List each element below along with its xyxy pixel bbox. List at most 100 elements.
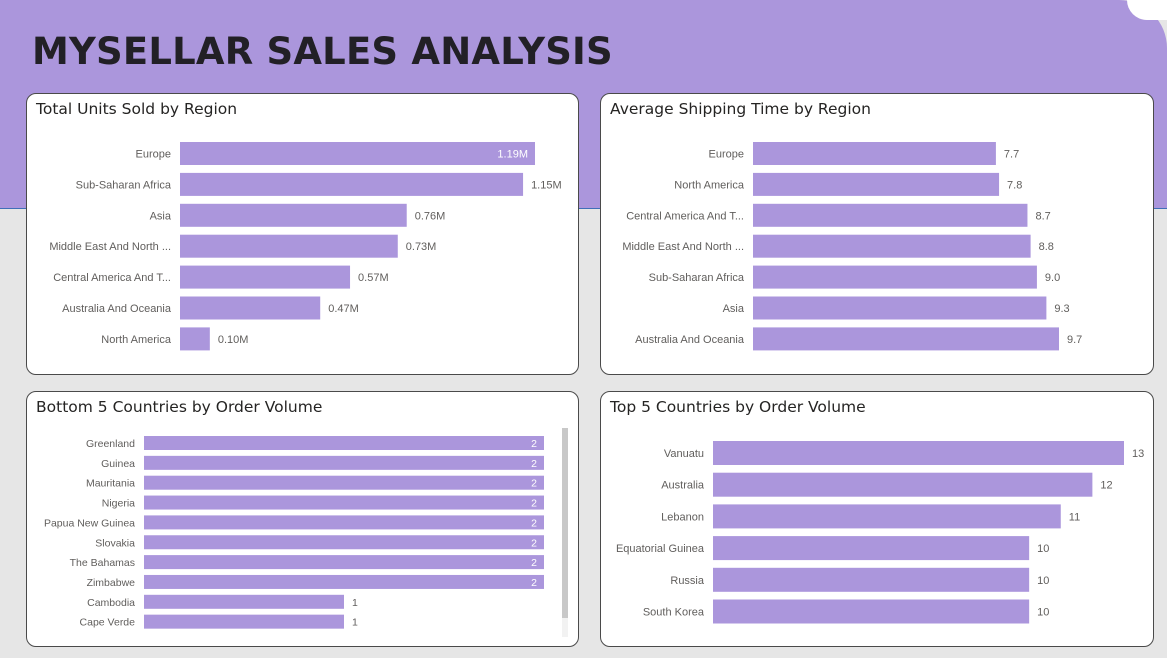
category-label: Papua New Guinea bbox=[44, 517, 135, 529]
data-label: 13 bbox=[1132, 448, 1144, 460]
data-label: 0.10M bbox=[218, 334, 249, 346]
category-label: Middle East And North ... bbox=[49, 241, 171, 253]
data-label: 7.8 bbox=[1007, 179, 1022, 191]
bar[interactable] bbox=[753, 172, 1000, 196]
bar[interactable] bbox=[753, 234, 1031, 258]
data-label: 2 bbox=[531, 537, 537, 549]
data-label: 11 bbox=[1069, 511, 1080, 523]
category-label: South Korea bbox=[643, 607, 705, 619]
bar[interactable] bbox=[144, 475, 544, 490]
bar[interactable] bbox=[180, 172, 524, 196]
category-label: Sub-Saharan Africa bbox=[649, 272, 745, 284]
category-label: Australia bbox=[661, 480, 705, 492]
category-label: Greenland bbox=[86, 438, 135, 450]
bar[interactable] bbox=[180, 327, 210, 351]
category-label: Asia bbox=[723, 303, 745, 315]
bar[interactable] bbox=[144, 535, 544, 550]
bar[interactable] bbox=[753, 265, 1037, 289]
bar[interactable] bbox=[713, 504, 1061, 529]
bar[interactable] bbox=[180, 234, 398, 258]
data-label: 8.8 bbox=[1039, 241, 1054, 253]
data-label: 10 bbox=[1037, 575, 1049, 587]
category-label: Russia bbox=[670, 575, 705, 587]
bar[interactable] bbox=[144, 555, 544, 570]
category-label: Lebanon bbox=[661, 511, 704, 523]
data-label: 10 bbox=[1037, 543, 1049, 555]
category-label: Central America And T... bbox=[53, 272, 171, 284]
category-label: Equatorial Guinea bbox=[616, 543, 705, 555]
bottom-countries-chart: Greenland 2 Guinea 2 Mauritania 2 Nigeria 2 Papu… bbox=[44, 436, 544, 629]
category-label: Central America And T... bbox=[626, 210, 744, 222]
scrollbar-thumb[interactable] bbox=[562, 428, 568, 618]
category-label: Vanuatu bbox=[664, 448, 704, 460]
page-title: MYSELLAR SALES ANALYSIS bbox=[32, 30, 613, 73]
units-by-region-chart: Europe 1.19M Sub-Saharan Africa 1.15M Asia 0.… bbox=[49, 142, 562, 351]
category-label: Europe bbox=[709, 149, 744, 161]
category-label: Zimbabwe bbox=[87, 577, 136, 589]
data-label: 2 bbox=[531, 577, 537, 589]
bar[interactable] bbox=[144, 614, 344, 629]
top-countries-chart: Vanuatu 13 Australia 12 Lebanon 11 Equatorial … bbox=[616, 441, 1144, 624]
shipping-time-chart: Europe 7.7 North America 7.8 Central America… bbox=[622, 142, 1082, 351]
data-label: 9.3 bbox=[1054, 303, 1069, 315]
data-label: 1.19M bbox=[497, 149, 528, 161]
units-by-region-card[interactable]: Total Units Sold by Region Europe 1.19M Su… bbox=[26, 93, 579, 375]
category-label: Europe bbox=[136, 149, 171, 161]
bar[interactable] bbox=[753, 203, 1028, 227]
top-countries-card[interactable]: Top 5 Countries by Order Volume Vanuatu 1… bbox=[600, 391, 1154, 647]
category-label: Mauritania bbox=[86, 478, 135, 490]
bar[interactable] bbox=[753, 327, 1059, 351]
data-label: 2 bbox=[531, 517, 537, 529]
data-label: 9.0 bbox=[1045, 272, 1060, 284]
data-label: 1 bbox=[352, 617, 358, 629]
data-label: 2 bbox=[531, 557, 537, 569]
shipping-time-card[interactable]: Average Shipping Time by Region Europe 7.… bbox=[600, 93, 1154, 375]
data-label: 2 bbox=[531, 458, 537, 470]
data-label: 1 bbox=[352, 597, 358, 609]
data-label: 2 bbox=[531, 498, 537, 510]
category-label: Slovakia bbox=[95, 537, 135, 549]
bar[interactable] bbox=[144, 436, 544, 450]
bar[interactable] bbox=[753, 296, 1047, 320]
data-label: 10 bbox=[1037, 607, 1049, 619]
data-label: 0.47M bbox=[328, 303, 359, 315]
data-label: 2 bbox=[531, 478, 537, 490]
bottom-countries-card[interactable]: Bottom 5 Countries by Order Volume Green… bbox=[26, 391, 579, 647]
data-label: 0.76M bbox=[415, 210, 446, 222]
data-label: 0.73M bbox=[406, 241, 437, 253]
category-label: Middle East And North ... bbox=[622, 241, 744, 253]
bar[interactable] bbox=[713, 472, 1093, 497]
data-label: 0.57M bbox=[358, 272, 389, 284]
bar[interactable] bbox=[753, 142, 996, 165]
data-label: 12 bbox=[1100, 480, 1112, 492]
bar[interactable] bbox=[713, 441, 1124, 465]
bar[interactable] bbox=[713, 567, 1030, 592]
bar[interactable] bbox=[713, 536, 1030, 561]
bar[interactable] bbox=[180, 296, 321, 320]
bar[interactable] bbox=[144, 574, 544, 589]
category-label: Guinea bbox=[101, 458, 135, 470]
category-label: Australia And Oceania bbox=[635, 334, 745, 346]
data-label: 8.7 bbox=[1035, 210, 1050, 222]
bar[interactable] bbox=[180, 142, 535, 165]
data-label: 9.7 bbox=[1067, 334, 1082, 346]
bar[interactable] bbox=[713, 599, 1030, 624]
category-label: Nigeria bbox=[102, 498, 135, 510]
bar[interactable] bbox=[144, 594, 344, 609]
category-label: Asia bbox=[150, 210, 172, 222]
data-label: 2 bbox=[531, 438, 537, 450]
data-label: 7.7 bbox=[1004, 149, 1019, 161]
category-label: North America bbox=[101, 334, 172, 346]
bar[interactable] bbox=[180, 265, 351, 289]
bar[interactable] bbox=[144, 515, 544, 530]
category-label: The Bahamas bbox=[70, 557, 135, 569]
bar[interactable] bbox=[144, 455, 544, 470]
bar[interactable] bbox=[180, 203, 407, 227]
category-label: Cambodia bbox=[87, 597, 135, 609]
category-label: Sub-Saharan Africa bbox=[76, 179, 172, 191]
chart-scrollbar[interactable] bbox=[562, 428, 568, 637]
category-label: North America bbox=[674, 179, 745, 191]
category-label: Cape Verde bbox=[80, 617, 136, 629]
bar[interactable] bbox=[144, 495, 544, 510]
category-label: Australia And Oceania bbox=[62, 303, 172, 315]
